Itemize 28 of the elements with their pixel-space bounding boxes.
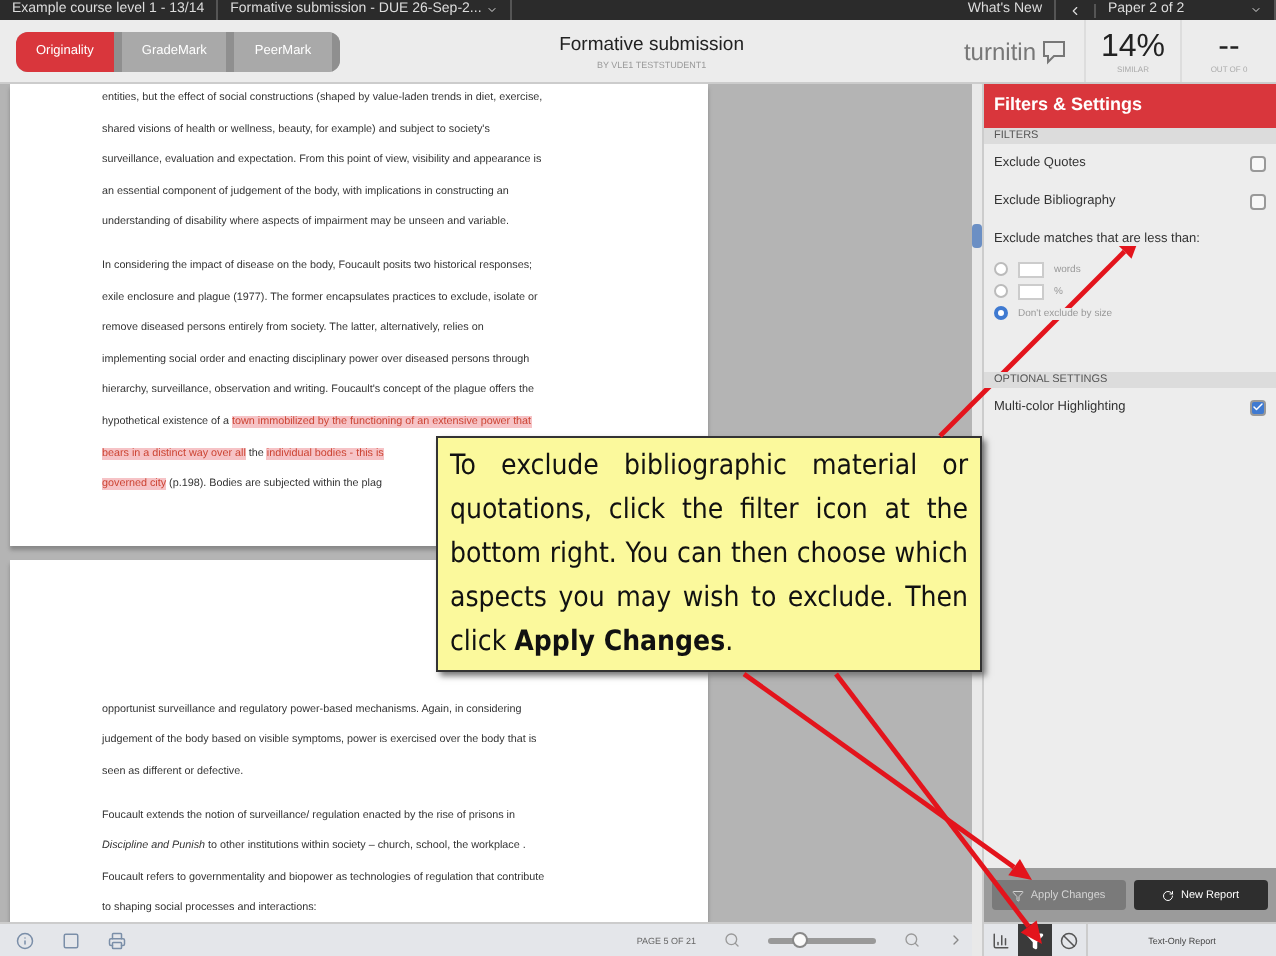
zoom-in-icon[interactable]: [904, 932, 920, 948]
dropdown-caret-icon[interactable]: [485, 4, 498, 16]
size-input-field[interactable]: [1018, 261, 1044, 277]
next-page-icon[interactable]: [948, 932, 964, 948]
page-icon[interactable]: [62, 931, 80, 949]
circular-arrow-icon: [1162, 889, 1175, 901]
checkbox[interactable]: [1250, 193, 1266, 209]
panel-title: Filters & Settings: [984, 84, 1276, 128]
radio-button[interactable]: [994, 284, 1008, 298]
radio-button[interactable]: [994, 306, 1008, 320]
filter-icon: [1012, 889, 1025, 901]
print-icon[interactable]: [108, 931, 126, 949]
instruction-callout: To exclude bibliographic material or quotations, click the filter icon at the bottom right. You can then choose which aspects you may wish to exclude. Then click Apply Changes.: [436, 436, 982, 672]
grade-score: --: [1218, 29, 1240, 63]
checkbox[interactable]: [1250, 399, 1266, 415]
similarity-score: 14%: [1100, 29, 1166, 63]
submission-title: Formative submission: [559, 33, 744, 55]
radio-button[interactable]: [994, 262, 1008, 276]
speech-bubble-icon: [1040, 37, 1068, 65]
info-icon[interactable]: [16, 931, 34, 949]
zoom-out-icon[interactable]: [724, 932, 740, 948]
logo-text: turnitin: [963, 37, 1036, 65]
slider-thumb[interactable]: [792, 931, 809, 947]
zoom-slider[interactable]: [768, 937, 876, 943]
checkbox[interactable]: [1250, 155, 1266, 171]
dropdown-caret-icon[interactable]: [1250, 4, 1262, 16]
scrollbar-thumb[interactable]: [972, 224, 982, 248]
size-input-field[interactable]: [1018, 283, 1044, 299]
